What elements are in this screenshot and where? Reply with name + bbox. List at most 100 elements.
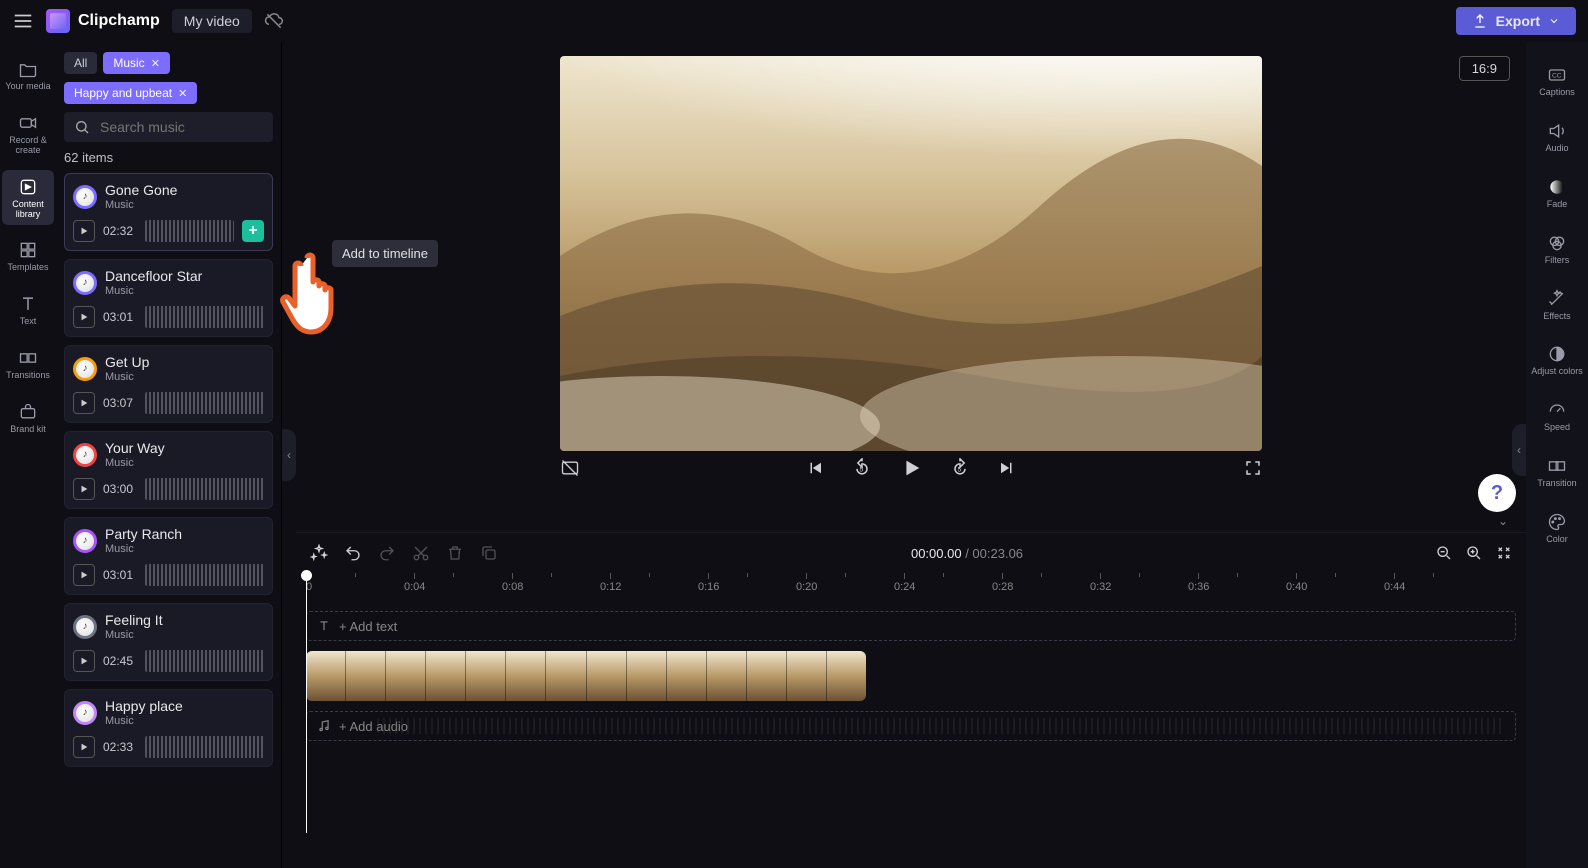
preview-play-button[interactable]	[73, 478, 95, 500]
music-subtitle: Music	[105, 371, 149, 384]
aspect-ratio-button[interactable]: 16:9	[1459, 56, 1510, 81]
cut-icon[interactable]	[412, 544, 430, 562]
music-title: Dancefloor Star	[105, 268, 202, 285]
music-card[interactable]: ♪ Get Up Music 03:07	[64, 345, 273, 423]
safe-zones-icon[interactable]	[560, 458, 580, 478]
preview-play-button[interactable]	[73, 392, 95, 414]
music-title: Your Way	[105, 440, 165, 457]
music-card[interactable]: ♪ Party Ranch Music 03:01	[64, 517, 273, 595]
video-clip[interactable]	[306, 651, 866, 701]
rail-brand-kit[interactable]: Brand kit	[2, 395, 54, 441]
rewind-5-icon[interactable]: 5	[852, 458, 872, 478]
rail-fade[interactable]: Fade	[1528, 170, 1586, 216]
library-icon	[17, 176, 39, 198]
menu-icon[interactable]	[12, 10, 34, 32]
rail-record-create[interactable]: Record & create	[2, 106, 54, 162]
chip-all[interactable]: All	[64, 52, 97, 74]
add-to-timeline-button[interactable]: +	[242, 220, 264, 242]
close-icon[interactable]: ✕	[178, 87, 187, 100]
music-disc-icon: ♪	[73, 615, 97, 639]
rail-audio[interactable]: Audio	[1528, 114, 1586, 160]
rail-effects[interactable]: Effects	[1528, 282, 1586, 328]
close-icon[interactable]: ✕	[151, 57, 160, 70]
svg-text:5: 5	[860, 466, 864, 473]
sparkle-icon	[1546, 288, 1568, 310]
magic-icon[interactable]	[310, 544, 328, 562]
zoom-fit-icon[interactable]	[1496, 545, 1512, 561]
collapse-right-button[interactable]: ‹	[1512, 424, 1526, 476]
timecode: 00:00.00 / 00:23.06	[911, 546, 1023, 561]
music-duration: 02:45	[103, 654, 137, 668]
brand: Clipchamp	[46, 9, 160, 33]
search-input[interactable]	[98, 118, 283, 136]
contrast-icon	[1546, 343, 1568, 365]
waveform	[145, 650, 264, 672]
transition-icon	[17, 347, 39, 369]
cloud-sync-off-icon[interactable]	[264, 11, 284, 31]
timeline-ruler[interactable]: 00:040:080:120:160:200:240:280:320:360:4…	[296, 573, 1526, 599]
redo-icon[interactable]	[378, 544, 396, 562]
music-card[interactable]: ♪ Dancefloor Star Music 03:01	[64, 259, 273, 337]
track-audio[interactable]: + Add audio	[306, 711, 1516, 741]
fade-icon	[1546, 176, 1568, 198]
chip-music[interactable]: Music ✕	[103, 52, 170, 74]
search-icon	[74, 119, 90, 135]
skip-start-icon[interactable]	[806, 459, 824, 477]
rail-transitions[interactable]: Transitions	[2, 341, 54, 387]
video-preview[interactable]	[560, 56, 1262, 451]
export-button[interactable]: Export	[1456, 7, 1576, 35]
waveform	[145, 392, 264, 414]
rail-color[interactable]: Color	[1528, 505, 1586, 551]
rail-text[interactable]: Text	[2, 287, 54, 333]
waveform	[145, 306, 264, 328]
brand-logo-icon	[46, 9, 70, 33]
track-text[interactable]: + Add text	[306, 611, 1516, 641]
tracks: + Add text + Add audio	[296, 599, 1526, 753]
ruler-tick: 0:20	[796, 573, 817, 593]
zoom-in-icon[interactable]	[1466, 545, 1482, 561]
search-box[interactable]	[64, 112, 273, 142]
music-subtitle: Music	[105, 543, 182, 556]
rail-transition[interactable]: Transition	[1528, 449, 1586, 495]
rail-content-library[interactable]: Content library	[2, 170, 54, 226]
preview-play-button[interactable]	[73, 736, 95, 758]
zoom-out-icon[interactable]	[1436, 545, 1452, 561]
music-subtitle: Music	[105, 457, 165, 470]
play-icon[interactable]	[900, 457, 922, 479]
preview-play-button[interactable]	[73, 220, 95, 242]
project-title[interactable]: My video	[172, 9, 252, 33]
collapse-left-button[interactable]: ‹	[282, 429, 296, 481]
rail-speed[interactable]: Speed	[1528, 393, 1586, 439]
rail-captions[interactable]: CCCaptions	[1528, 58, 1586, 104]
skip-end-icon[interactable]	[998, 459, 1016, 477]
music-subtitle: Music	[105, 199, 177, 212]
ruler-tick: 0:24	[894, 573, 915, 593]
ruler-tick: 0:32	[1090, 573, 1111, 593]
rail-filters[interactable]: Filters	[1528, 226, 1586, 272]
preview-play-button[interactable]	[73, 306, 95, 328]
rail-templates[interactable]: Templates	[2, 233, 54, 279]
music-card[interactable]: ♪ Happy place Music 02:33	[64, 689, 273, 767]
fullscreen-icon[interactable]	[1244, 459, 1262, 477]
rail-adjust-colors[interactable]: Adjust colors	[1528, 337, 1586, 383]
track-video[interactable]	[306, 651, 1516, 701]
undo-icon[interactable]	[344, 544, 362, 562]
help-button[interactable]: ?	[1478, 474, 1516, 512]
rail-your-media[interactable]: Your media	[2, 52, 54, 98]
music-disc-icon: ♪	[73, 271, 97, 295]
music-card[interactable]: ♪ Your Way Music 03:00	[64, 431, 273, 509]
trash-icon[interactable]	[446, 544, 464, 562]
chip-happy-upbeat[interactable]: Happy and upbeat ✕	[64, 82, 197, 104]
music-title: Feeling It	[105, 612, 163, 629]
duplicate-icon[interactable]	[480, 544, 498, 562]
chevron-down-icon	[1548, 15, 1560, 27]
preview-play-button[interactable]	[73, 564, 95, 586]
forward-5-icon[interactable]: 5	[950, 458, 970, 478]
playhead[interactable]	[306, 573, 307, 833]
center-area: 16:9 5 5	[296, 42, 1526, 868]
media-panel: All Music ✕ Happy and upbeat ✕ 62 items …	[56, 42, 282, 868]
preview-play-button[interactable]	[73, 650, 95, 672]
music-card[interactable]: ♪ Feeling It Music 02:45	[64, 603, 273, 681]
preview-zone: 16:9 5 5	[296, 42, 1526, 532]
music-card[interactable]: ♪ Gone Gone Music 02:32 +	[64, 173, 273, 251]
